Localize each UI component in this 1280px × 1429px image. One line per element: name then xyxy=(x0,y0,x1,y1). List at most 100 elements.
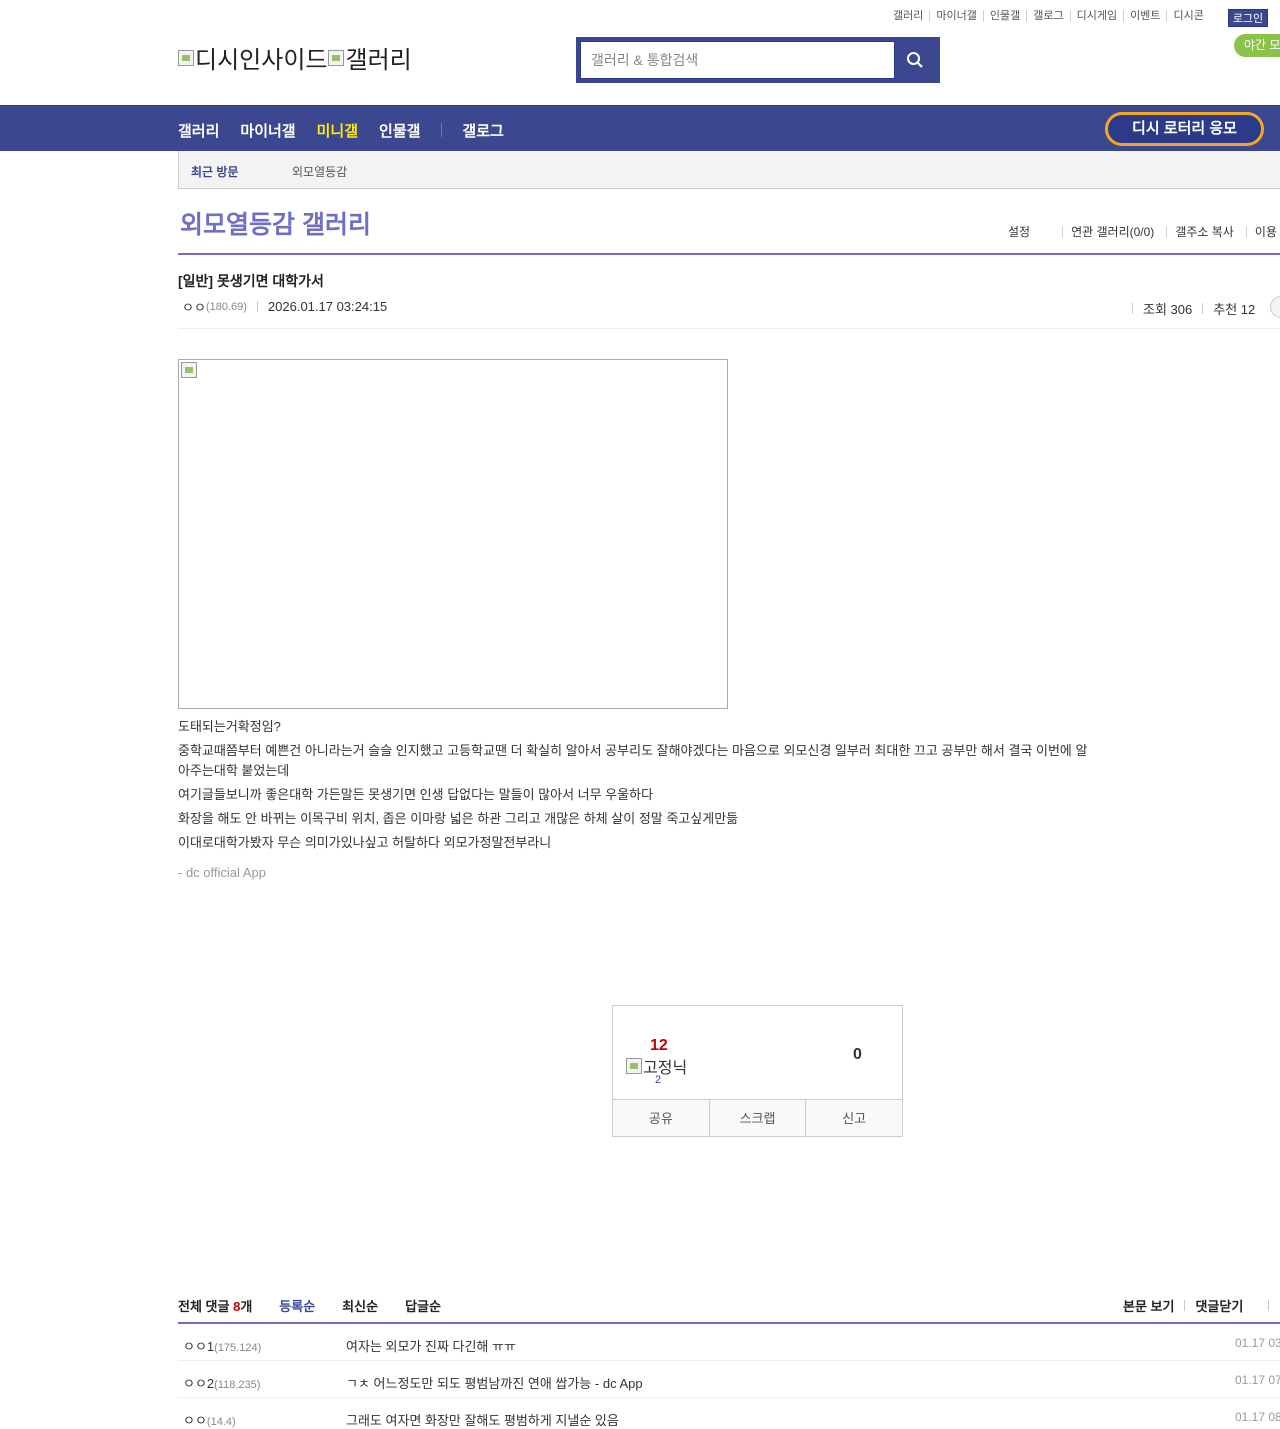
comment-date: 01.17 08 xyxy=(1235,1410,1280,1424)
comment-ip: (118.235) xyxy=(214,1379,261,1391)
stats-divider xyxy=(1202,303,1204,314)
app-signature: - dc official App xyxy=(178,865,266,880)
comments-total-suffix: 개 xyxy=(240,1299,253,1314)
nav-person-gallery[interactable]: 인물갤 xyxy=(379,120,420,141)
vote-box: 12 고정닉 2 0 공유 스크랩 신고 xyxy=(612,1005,903,1137)
night-mode-toggle[interactable]: 야간 모 xyxy=(1234,34,1280,57)
post-stats: 조회 306 추천 12 xyxy=(1122,299,1255,318)
post-body-line: 도태되는거확정임? xyxy=(178,719,281,734)
controls-divider xyxy=(1184,1300,1186,1311)
copy-gallery-address-link[interactable]: 갤주소 복사 xyxy=(1166,226,1242,238)
comments-controls: 본문 보기 댓글닫기 xyxy=(1123,1296,1279,1315)
search-field-wrapper xyxy=(580,41,895,79)
logo-gallery-alt: 갤러리 xyxy=(345,47,412,74)
logo-image-icon xyxy=(178,49,194,66)
stats-divider xyxy=(1132,303,1133,314)
comments-header: 전체 댓글 8개 등록순 최신순 답글순 xyxy=(178,1296,441,1315)
downvote-count[interactable]: 0 xyxy=(853,1046,862,1064)
comment-ip: (175.124) xyxy=(214,1342,262,1354)
post-views: 조회 306 xyxy=(1143,302,1193,317)
sort-reply[interactable]: 답글순 xyxy=(405,1296,441,1315)
comment-text: ㄱㅊ 어느정도만 되도 평범남까진 연애 쌉가능 - dc App xyxy=(346,1376,643,1391)
comment-date: 01.17 03 xyxy=(1235,1336,1280,1350)
sort-registered[interactable]: 등록순 xyxy=(279,1296,315,1315)
related-gallery-link[interactable]: 연관 갤러리(0/0) xyxy=(1062,226,1162,238)
nav-mini-gallery[interactable]: 미니갤 xyxy=(317,120,358,141)
gallery-settings-link[interactable]: 설정 xyxy=(1000,226,1038,238)
gallery-title[interactable]: 외모열등감 갤러리 xyxy=(180,205,371,241)
comments-total: 전체 댓글 8개 xyxy=(178,1296,252,1315)
post-datetime: 2026.01.17 03:24:15 xyxy=(267,299,388,314)
vote-actions: 공유 스크랩 신고 xyxy=(613,1099,902,1136)
post-recommends: 추천 12 xyxy=(1213,302,1256,317)
view-body-button[interactable]: 본문 보기 xyxy=(1123,1296,1174,1315)
nav-gallery[interactable]: 갤러리 xyxy=(178,120,219,141)
upvote-count[interactable]: 12 xyxy=(650,1037,668,1055)
meta-divider xyxy=(256,301,258,312)
post-author[interactable]: ㅇㅇ xyxy=(182,297,206,316)
comment-date: 01.17 07 xyxy=(1235,1373,1280,1387)
comment-nick[interactable]: ㅇㅇ1(175.124) xyxy=(183,1336,261,1355)
fixnick-alt: 고정닉 xyxy=(643,1060,688,1077)
post-body: 도태되는거확정임? 중학교때쯤부터 예쁜건 아니라는거 슬슬 인지했고 고등학교… xyxy=(178,717,1098,887)
main-nav: 갤러리 마이너갤 미니갤 인물갤 갤로그 xyxy=(178,120,525,141)
post-options-button[interactable] xyxy=(1270,296,1280,318)
comment-nick-text: ㅇㅇ1 xyxy=(183,1339,215,1354)
post-body-line: 이대로대학가봤자 무슨 의미가있나싶고 허탈하다 외모가정말전부라니 xyxy=(178,835,552,850)
comment-nick[interactable]: ㅇㅇ2(118.235) xyxy=(183,1373,260,1392)
login-button[interactable]: 로그인 xyxy=(1228,9,1268,27)
util-link-person[interactable]: 인물갤 xyxy=(982,10,1026,22)
scrap-button[interactable]: 스크랩 xyxy=(708,1100,806,1136)
comment-nick[interactable]: ㅇㅇ(14.4) xyxy=(183,1410,236,1429)
comment-nick-text: ㅇㅇ xyxy=(183,1413,207,1428)
post-body-line: 중학교때쯤부터 예쁜건 아니라는거 슬슬 인지했고 고등학교땐 더 확실히 알아… xyxy=(178,743,1088,778)
close-comments-button[interactable]: 댓글닫기 xyxy=(1195,1296,1243,1315)
sort-latest[interactable]: 최신순 xyxy=(342,1296,378,1315)
search-box xyxy=(576,37,940,83)
post-body-line: 화장을 해도 안 바뀌는 이목구비 위치, 좁은 이마랑 넓은 하관 그리고 개… xyxy=(178,811,739,826)
site-logo[interactable]: 디시인사이드 갤러리 xyxy=(178,40,412,75)
search-button[interactable] xyxy=(895,41,936,79)
post-author-ip: (180.69) xyxy=(205,300,247,313)
title-divider xyxy=(178,253,1280,255)
post-title: [일반] 못생기면 대학가서 xyxy=(178,273,324,289)
logo-gallery-image-icon xyxy=(328,49,345,66)
util-link-gallog[interactable]: 갤로그 xyxy=(1026,10,1069,22)
search-input[interactable] xyxy=(581,42,894,78)
post-image[interactable] xyxy=(178,359,728,709)
report-button[interactable]: 신고 xyxy=(805,1100,902,1136)
recent-visits-bar: 최근 방문 외모열등감 xyxy=(178,151,1280,189)
comment-row: ㅇㅇ(14.4) 그래도 여자면 화장만 잘해도 평범하게 지낼순 있음 01.… xyxy=(178,1398,1280,1429)
comment-text: 여자는 외모가 진짜 다긴해 ㅠㅠ xyxy=(346,1339,516,1354)
broken-image-icon xyxy=(181,362,197,378)
fixnick-image-icon xyxy=(626,1058,642,1074)
comments-total-prefix: 전체 댓글 xyxy=(178,1299,234,1314)
meta-divider-line xyxy=(178,328,1280,329)
recent-visits-label[interactable]: 최근 방문 xyxy=(191,163,239,180)
util-link-event[interactable]: 이벤트 xyxy=(1123,10,1166,22)
fixnick-count: 2 xyxy=(655,1074,662,1086)
util-link-minor[interactable]: 마이너갤 xyxy=(929,10,982,22)
comment-row: ㅇㅇ1(175.124) 여자는 외모가 진짜 다긴해 ㅠㅠ 01.17 03 xyxy=(178,1324,1280,1361)
logo-site-alt: 디시인사이드 xyxy=(195,47,328,74)
top-util-links: 갤러리 마이너갤 인물갤 갤로그 디시게임 이벤트 디시콘 xyxy=(887,10,1210,22)
usage-link[interactable]: 이용 xyxy=(1245,226,1280,238)
lottery-button[interactable]: 디시 로터리 응모 xyxy=(1105,112,1264,146)
util-link-gallery[interactable]: 갤러리 xyxy=(887,10,929,22)
comment-nick-text: ㅇㅇ2 xyxy=(183,1376,215,1391)
post-body-line: 여기글들보니까 좋은대학 가든말든 못생기면 인생 답없다는 말들이 많아서 너… xyxy=(178,787,654,802)
share-button[interactable]: 공유 xyxy=(613,1100,709,1136)
util-link-dcgame[interactable]: 디시게임 xyxy=(1069,10,1123,22)
controls-divider xyxy=(1268,1300,1270,1311)
util-link-dccon[interactable]: 디시콘 xyxy=(1166,10,1209,22)
recent-visit-item[interactable]: 외모열등감 xyxy=(292,163,347,180)
gallery-menu: 설정 연관 갤러리(0/0) 갤주소 복사 이용 xyxy=(1000,226,1280,238)
nav-divider xyxy=(441,123,443,137)
comment-ip: (14.4) xyxy=(206,1416,236,1428)
nav-gallog[interactable]: 갤로그 xyxy=(462,120,503,141)
search-icon xyxy=(907,52,923,68)
main-navbar: 갤러리 마이너갤 미니갤 인물갤 갤로그 디시 로터리 응모 xyxy=(0,105,1280,151)
post-meta: ㅇㅇ (180.69) 2026.01.17 03:24:15 xyxy=(182,297,387,316)
nav-minor-gallery[interactable]: 마이너갤 xyxy=(240,120,295,141)
comment-text: 그래도 여자면 화장만 잘해도 평범하게 지낼순 있음 xyxy=(346,1413,619,1428)
